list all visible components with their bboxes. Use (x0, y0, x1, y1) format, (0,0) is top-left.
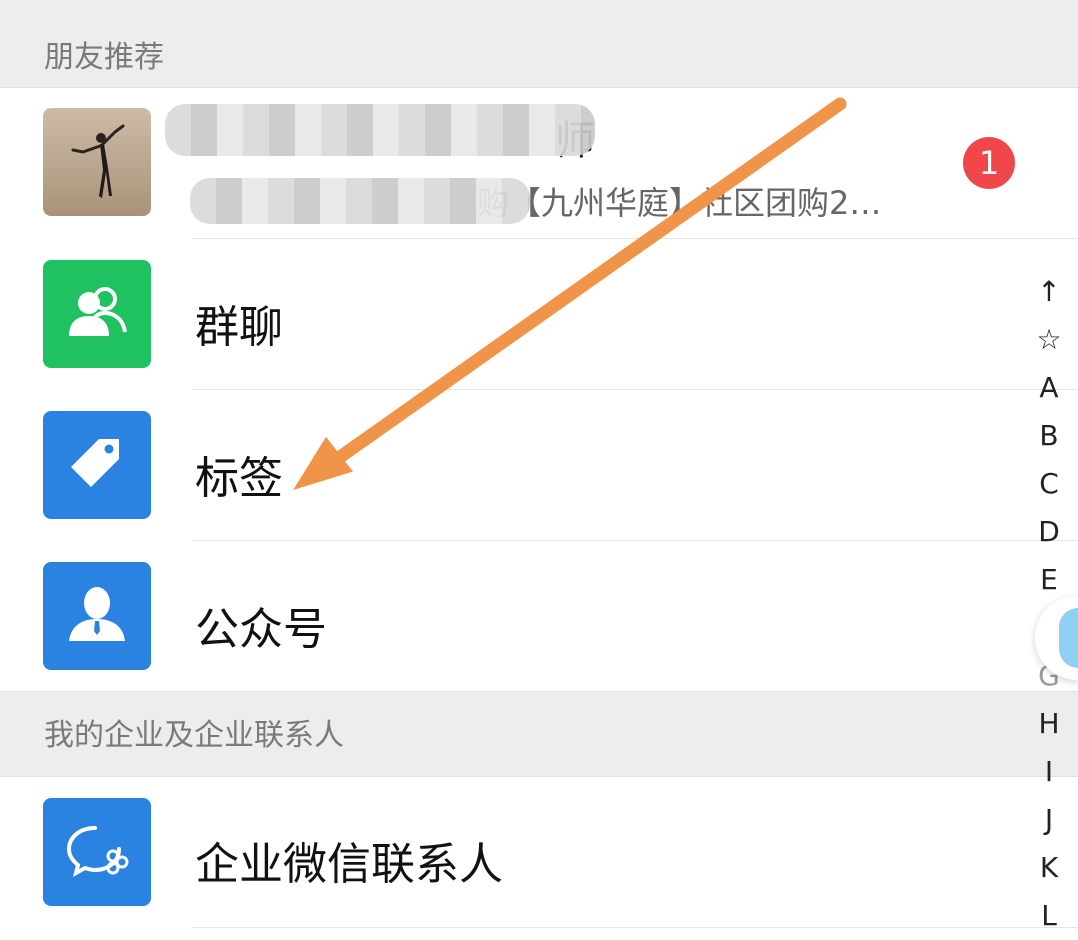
blurred-subtitle-region (190, 178, 530, 224)
group-chat-tile (43, 260, 151, 368)
chat-bubbles-icon (65, 822, 129, 882)
section-header-friend-recommendations: 朋友推荐 (0, 0, 1078, 88)
index-item-j[interactable]: J (1028, 796, 1070, 844)
index-item-i[interactable]: I (1028, 748, 1070, 796)
unread-badge: 1 (963, 137, 1015, 189)
index-item-k[interactable]: K (1028, 844, 1070, 892)
group-people-icon (65, 286, 129, 342)
index-item-top[interactable]: ↑ (1028, 268, 1070, 316)
menu-row-group-chat[interactable]: 群聊 (0, 239, 1078, 389)
index-item-h[interactable]: H (1028, 700, 1070, 748)
divider (193, 927, 1078, 928)
index-item-a[interactable]: A (1028, 364, 1070, 412)
section-header-my-enterprise: 我的企业及企业联系人 (0, 691, 1078, 777)
menu-row-tags[interactable]: 标签 (0, 390, 1078, 540)
menu-row-official-accounts[interactable]: 公众号 (0, 541, 1078, 691)
menu-row-wecom-contacts[interactable]: 企业微信联系人 (0, 778, 1078, 928)
blurred-name-region (165, 104, 595, 156)
index-item-b[interactable]: B (1028, 412, 1070, 460)
tag-icon (69, 435, 125, 495)
official-accounts-label: 公众号 (195, 604, 327, 655)
wecom-contacts-label: 企业微信联系人 (195, 839, 503, 890)
wecom-contacts-tile (43, 798, 151, 906)
person-tie-icon (67, 585, 127, 647)
official-accounts-tile (43, 562, 151, 670)
index-item-e[interactable]: E (1028, 556, 1070, 604)
group-chat-label: 群聊 (195, 302, 283, 353)
index-item-l[interactable]: L (1028, 892, 1070, 940)
recommendation-avatar[interactable] (43, 108, 151, 216)
assistant-icon (1059, 608, 1078, 668)
index-item-d[interactable]: D (1028, 508, 1070, 556)
tags-tile (43, 411, 151, 519)
index-item-star[interactable]: ☆ (1028, 316, 1070, 364)
tags-label: 标签 (195, 453, 283, 504)
index-item-c[interactable]: C (1028, 460, 1070, 508)
